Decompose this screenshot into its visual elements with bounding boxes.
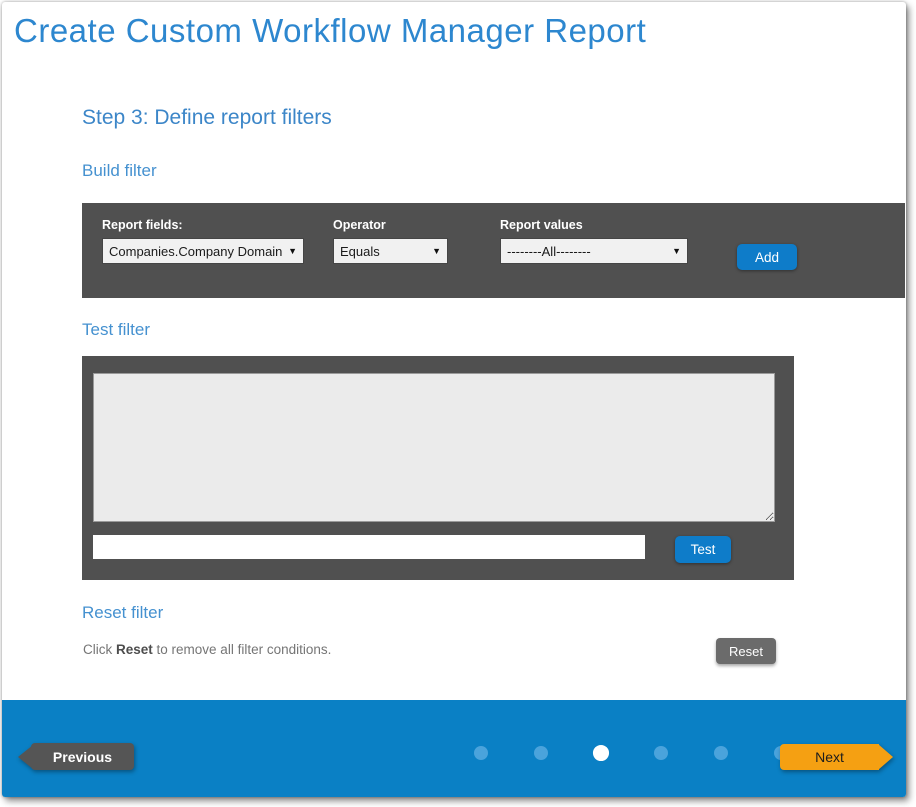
step-dot — [654, 746, 668, 760]
reset-button[interactable]: Reset — [716, 638, 776, 664]
test-button[interactable]: Test — [675, 536, 731, 563]
step-heading: Step 3: Define report filters — [82, 106, 332, 130]
step-dot — [714, 746, 728, 760]
add-button[interactable]: Add — [737, 244, 797, 270]
build-filter-panel: Report fields: Companies.Company Domain … — [82, 203, 905, 298]
report-fields-selected-value: Companies.Company Domain Na — [109, 244, 282, 259]
report-values-group: Report values --------All-------- ▼ — [500, 218, 688, 264]
reset-description: Click Reset to remove all filter conditi… — [83, 642, 331, 657]
test-value-input[interactable] — [93, 535, 645, 559]
next-button-label: Next — [780, 744, 879, 770]
chevron-down-icon: ▼ — [426, 246, 441, 256]
next-button[interactable]: Next — [780, 744, 893, 770]
arrow-right-icon — [878, 744, 893, 770]
previous-button-label: Previous — [31, 743, 134, 770]
step-dot — [474, 746, 488, 760]
wizard-card: Create Custom Workflow Manager Report St… — [2, 2, 906, 797]
page-title: Create Custom Workflow Manager Report — [14, 12, 646, 50]
reset-description-prefix: Click — [83, 642, 116, 657]
step-dot-active — [593, 745, 609, 761]
previous-button[interactable]: Previous — [18, 743, 134, 770]
operator-label: Operator — [333, 218, 448, 232]
report-values-selected-value: --------All-------- — [507, 244, 666, 259]
wizard-footer: Previous Next — [2, 700, 906, 797]
operator-select[interactable]: Equals ▼ — [333, 238, 448, 264]
filter-expression-textarea[interactable] — [93, 373, 775, 522]
reset-description-bold: Reset — [116, 642, 153, 657]
test-filter-panel: Test — [82, 356, 794, 580]
operator-selected-value: Equals — [340, 244, 426, 259]
report-fields-group: Report fields: Companies.Company Domain … — [102, 218, 304, 264]
report-values-select[interactable]: --------All-------- ▼ — [500, 238, 688, 264]
build-filter-heading: Build filter — [82, 161, 157, 181]
reset-filter-heading: Reset filter — [82, 603, 163, 623]
step-dot — [534, 746, 548, 760]
report-fields-select[interactable]: Companies.Company Domain Na ▼ — [102, 238, 304, 264]
report-values-label: Report values — [500, 218, 688, 232]
reset-description-suffix: to remove all filter conditions. — [153, 642, 332, 657]
step-dots — [474, 746, 788, 760]
test-filter-heading: Test filter — [82, 320, 150, 340]
chevron-down-icon: ▼ — [666, 246, 681, 256]
chevron-down-icon: ▼ — [282, 246, 297, 256]
operator-group: Operator Equals ▼ — [333, 218, 448, 264]
report-fields-label: Report fields: — [102, 218, 304, 232]
